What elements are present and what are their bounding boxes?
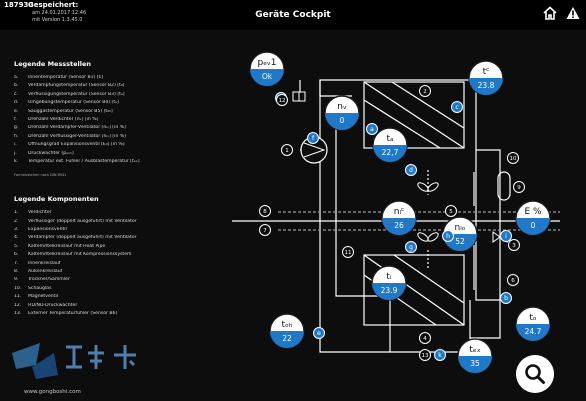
svg-text:3: 3 <box>512 243 516 249</box>
gauge-value: 0 <box>340 116 345 125</box>
component-marker-11[interactable]: 11 <box>342 246 354 258</box>
gauge-label: nᵥ <box>337 102 347 112</box>
gauge-value: 26 <box>394 221 404 230</box>
svg-text:g: g <box>409 244 413 251</box>
gauge-label: tᵢ <box>386 272 392 282</box>
solenoid-valve-icon <box>292 91 306 102</box>
component-marker-7[interactable]: 7 <box>259 224 271 236</box>
svg-text:4: 4 <box>423 336 427 342</box>
svg-text:11: 11 <box>345 250 352 256</box>
gauge-value: 35 <box>470 359 480 368</box>
sensor-marker-a[interactable]: a <box>366 123 378 135</box>
component-marker-9[interactable]: 9 <box>513 181 525 193</box>
svg-text:12: 12 <box>279 98 286 104</box>
component-marker-4[interactable]: 4 <box>419 332 431 344</box>
sensor-marker-h[interactable]: h <box>442 230 454 242</box>
svg-text:b: b <box>504 295 508 302</box>
gauge-epct[interactable]: E % 0 <box>515 200 551 236</box>
gauge-ta[interactable]: tₐ 22,7 <box>372 127 408 163</box>
svg-text:d: d <box>409 167 413 174</box>
svg-text:k: k <box>438 352 442 359</box>
svg-text:1: 1 <box>285 148 289 154</box>
gauge-nv[interactable]: nᵥ 0 <box>324 95 360 131</box>
component-marker-13[interactable]: 13 <box>419 349 431 361</box>
gauge-ti[interactable]: tᵢ 23.9 <box>371 265 407 301</box>
svg-text:10: 10 <box>510 156 517 162</box>
component-marker-12[interactable]: 12 <box>276 94 288 106</box>
gauge-label: tₑₓ <box>469 345 480 355</box>
svg-text:c: c <box>455 104 458 111</box>
svg-text:8: 8 <box>263 209 267 215</box>
sensor-marker-k[interactable]: k <box>434 349 446 361</box>
svg-text:2: 2 <box>423 89 427 95</box>
component-marker-2[interactable]: 2 <box>419 85 431 97</box>
component-marker-1[interactable]: 1 <box>281 144 293 156</box>
gauge-value: 22,7 <box>382 148 399 157</box>
gauge-value: 52 <box>455 237 465 246</box>
watermark-logo <box>12 343 136 379</box>
gauge-tc[interactable]: tᶜ 23.8 <box>468 60 504 96</box>
evaporator-fan-icon <box>417 232 439 242</box>
gauge-label: nₗᶜ <box>394 207 405 217</box>
gauge-label: tₐ <box>386 134 393 144</box>
watermark-text: www.gongboshi.com <box>24 389 81 395</box>
gauge-label: nₗₒ <box>455 223 466 233</box>
gauge-toh[interactable]: tₒₕ 22 <box>269 313 305 349</box>
component-marker-8[interactable]: 8 <box>259 205 271 217</box>
gauge-pev1[interactable]: pₑᵥ1 Ok <box>249 51 285 87</box>
svg-text:6: 6 <box>511 278 515 284</box>
sensor-marker-f[interactable]: f <box>307 132 319 144</box>
gauge-tex[interactable]: tₑₓ 35 <box>457 338 493 374</box>
gauge-value: 24.7 <box>525 327 542 336</box>
sensor-marker-e[interactable]: e <box>313 327 325 339</box>
sensor-marker-c[interactable]: c <box>451 101 463 113</box>
gauge-label: tₒₕ <box>282 320 293 330</box>
sensor-marker-g[interactable]: g <box>405 241 417 253</box>
svg-text:e: e <box>317 330 321 337</box>
sensor-marker-d[interactable]: d <box>405 164 417 176</box>
gauge-value: 23.8 <box>478 81 495 90</box>
gauge-nlc[interactable]: nₗᶜ 26 <box>381 200 417 236</box>
gauge-label: tₒ <box>529 313 537 323</box>
search-button[interactable] <box>516 355 554 393</box>
gauge-label: pₑᵥ1 <box>258 58 277 68</box>
component-marker-5[interactable]: 5 <box>445 205 457 217</box>
gauge-label: E % <box>524 207 542 217</box>
component-marker-10[interactable]: 10 <box>507 152 519 164</box>
component-marker-3[interactable]: 3 <box>508 239 520 251</box>
gauge-to[interactable]: tₒ 24.7 <box>515 306 551 342</box>
component-marker-6[interactable]: 6 <box>507 274 519 286</box>
svg-text:a: a <box>370 126 374 133</box>
sensor-marker-b[interactable]: b <box>500 292 512 304</box>
svg-text:9: 9 <box>517 185 521 191</box>
svg-text:5: 5 <box>449 209 453 215</box>
svg-text:h: h <box>446 233 450 240</box>
gauge-value: 0 <box>531 221 536 230</box>
gauge-value: 23.9 <box>381 286 398 295</box>
svg-text:13: 13 <box>422 353 429 359</box>
gauge-value: Ok <box>262 72 273 81</box>
svg-text:7: 7 <box>263 228 267 234</box>
gauge-value: 22 <box>282 334 292 343</box>
gauge-label: tᶜ <box>483 67 490 77</box>
sensor-marker-i[interactable]: i <box>500 230 512 242</box>
